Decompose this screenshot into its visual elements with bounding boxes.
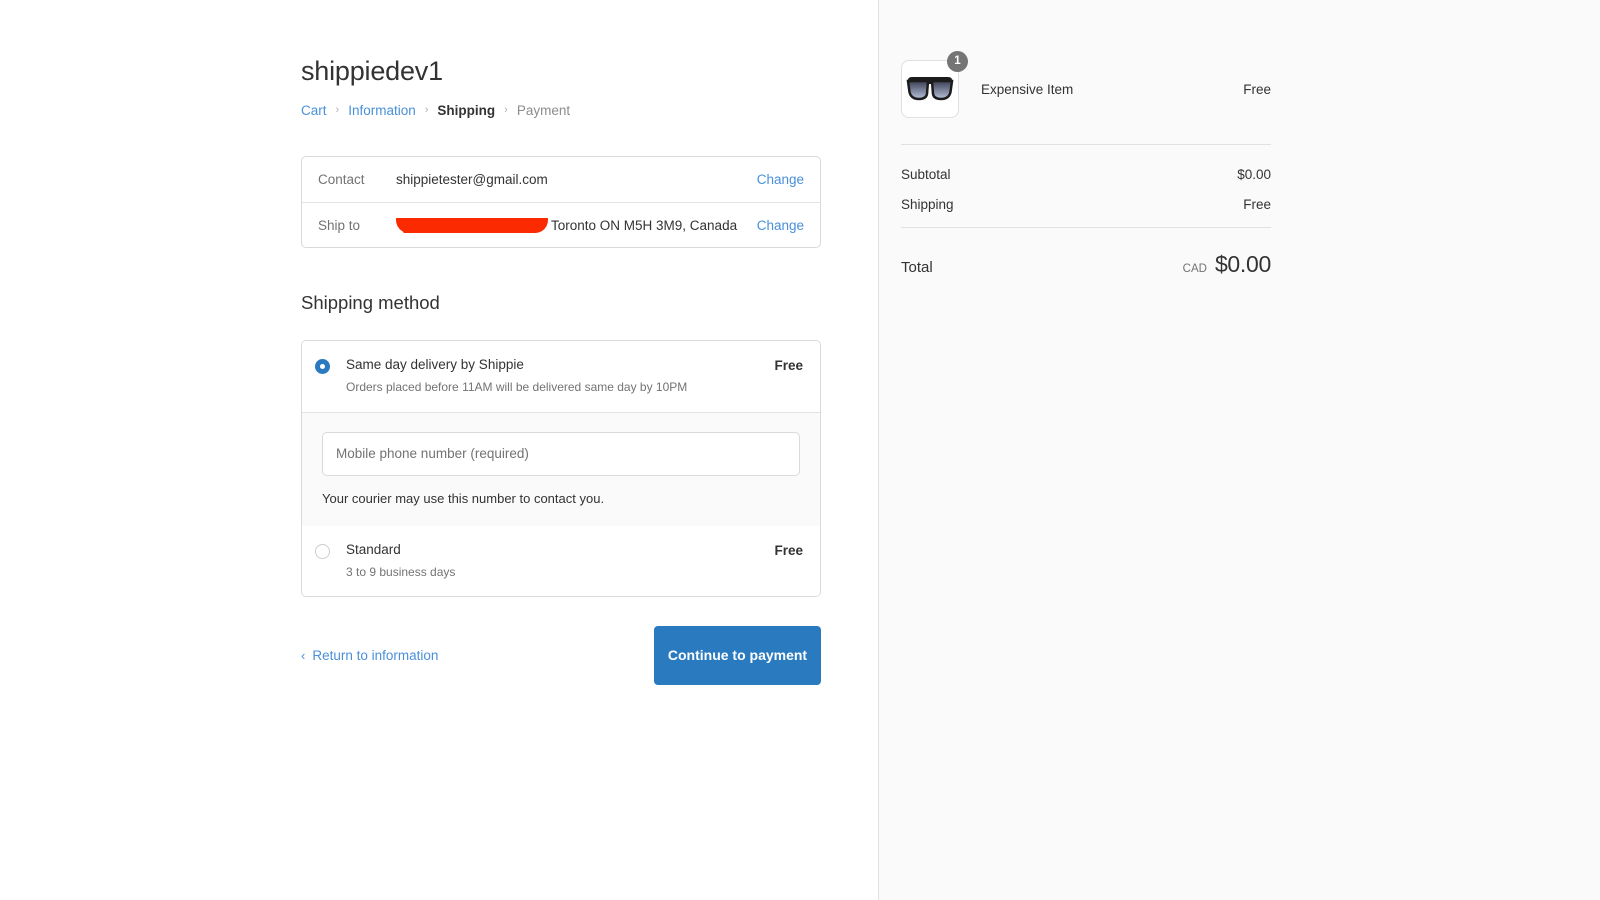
shipping-option-text: Same day delivery by Shippie Orders plac… bbox=[346, 357, 774, 395]
order-summary-content: 1 Expensive Item Free Subtotal $0.00 Shi… bbox=[901, 0, 1271, 278]
line-item-price: Free bbox=[1243, 82, 1271, 97]
ship-to-value: Toronto ON M5H 3M9, Canada bbox=[396, 218, 737, 233]
chevron-right-icon: › bbox=[504, 105, 508, 116]
page-title: shippiedev1 bbox=[301, 0, 821, 87]
change-address-link[interactable]: Change bbox=[757, 218, 804, 233]
line-item-thumbnail-wrap: 1 bbox=[901, 60, 959, 118]
shipping-row: Shipping Free bbox=[901, 197, 1271, 212]
radio-same-day[interactable] bbox=[315, 359, 330, 374]
checkout-main-column: shippiedev1 Cart › Information › Shippin… bbox=[0, 0, 878, 900]
chevron-right-icon: › bbox=[336, 105, 340, 116]
return-to-information-label: Return to information bbox=[312, 648, 438, 663]
order-line-item: 1 Expensive Item Free bbox=[901, 0, 1271, 144]
line-item-name: Expensive Item bbox=[981, 82, 1243, 97]
shipping-option-price: Free bbox=[774, 543, 803, 558]
shipping-option-same-day[interactable]: Same day delivery by Shippie Orders plac… bbox=[302, 341, 820, 411]
subtotal-value: $0.00 bbox=[1237, 167, 1271, 182]
mobile-phone-panel: Your courier may use this number to cont… bbox=[302, 412, 820, 526]
change-contact-link[interactable]: Change bbox=[757, 172, 804, 187]
checkout-page: shippiedev1 Cart › Information › Shippin… bbox=[0, 0, 1600, 900]
shipping-option-price: Free bbox=[774, 358, 803, 373]
shipping-option-text: Standard 3 to 9 business days bbox=[346, 542, 774, 580]
contact-value: shippietester@gmail.com bbox=[396, 172, 757, 187]
mobile-phone-hint: Your courier may use this number to cont… bbox=[322, 491, 800, 506]
shipping-label: Shipping bbox=[901, 197, 954, 212]
checkout-content: shippiedev1 Cart › Information › Shippin… bbox=[301, 0, 821, 685]
breadcrumb-item-payment: Payment bbox=[517, 103, 570, 118]
shipping-option-description: 3 to 9 business days bbox=[346, 565, 774, 581]
chevron-left-icon: ‹ bbox=[301, 649, 305, 662]
grand-total-currency: CAD bbox=[1183, 263, 1207, 275]
order-totals: Subtotal $0.00 Shipping Free bbox=[901, 145, 1271, 212]
ship-to-label: Ship to bbox=[318, 218, 396, 233]
grand-total-row: Total CAD $0.00 bbox=[901, 228, 1271, 278]
breadcrumb: Cart › Information › Shipping › Payment bbox=[301, 101, 821, 119]
shipping-option-name: Same day delivery by Shippie bbox=[346, 357, 774, 374]
review-row-ship-to: Ship to Toronto ON M5H 3M9, Canada Chang… bbox=[302, 202, 820, 247]
chevron-right-icon: › bbox=[425, 105, 429, 116]
radio-standard[interactable] bbox=[315, 544, 330, 559]
shipping-option-name: Standard bbox=[346, 542, 774, 559]
shipping-option-description: Orders placed before 11AM will be delive… bbox=[346, 380, 774, 396]
line-item-quantity-badge: 1 bbox=[947, 51, 968, 72]
grand-total-label: Total bbox=[901, 259, 933, 276]
shipping-value: Free bbox=[1243, 197, 1271, 212]
checkout-actions: ‹ Return to information Continue to paym… bbox=[301, 625, 821, 685]
contact-label: Contact bbox=[318, 172, 396, 187]
mobile-phone-input[interactable] bbox=[322, 432, 800, 476]
breadcrumb-item-cart[interactable]: Cart bbox=[301, 103, 327, 118]
grand-total-amount: $0.00 bbox=[1215, 251, 1271, 278]
continue-to-payment-button[interactable]: Continue to payment bbox=[654, 626, 821, 685]
subtotal-row: Subtotal $0.00 bbox=[901, 167, 1271, 182]
shipping-option-standard[interactable]: Standard 3 to 9 business days Free bbox=[302, 526, 820, 596]
breadcrumb-item-information[interactable]: Information bbox=[348, 103, 416, 118]
order-review-block: Contact shippietester@gmail.com Change S… bbox=[301, 156, 821, 248]
breadcrumb-item-shipping: Shipping bbox=[437, 103, 495, 118]
order-summary-panel: 1 Expensive Item Free Subtotal $0.00 Shi… bbox=[878, 0, 1600, 900]
shipping-method-list: Same day delivery by Shippie Orders plac… bbox=[301, 340, 821, 597]
shipping-method-heading: Shipping method bbox=[301, 292, 821, 314]
subtotal-label: Subtotal bbox=[901, 167, 951, 182]
review-row-contact: Contact shippietester@gmail.com Change bbox=[302, 157, 820, 202]
grand-total-amount-wrap: CAD $0.00 bbox=[1183, 251, 1271, 278]
return-to-information-link[interactable]: ‹ Return to information bbox=[301, 648, 438, 663]
ship-to-value-wrap: Toronto ON M5H 3M9, Canada bbox=[396, 218, 757, 233]
